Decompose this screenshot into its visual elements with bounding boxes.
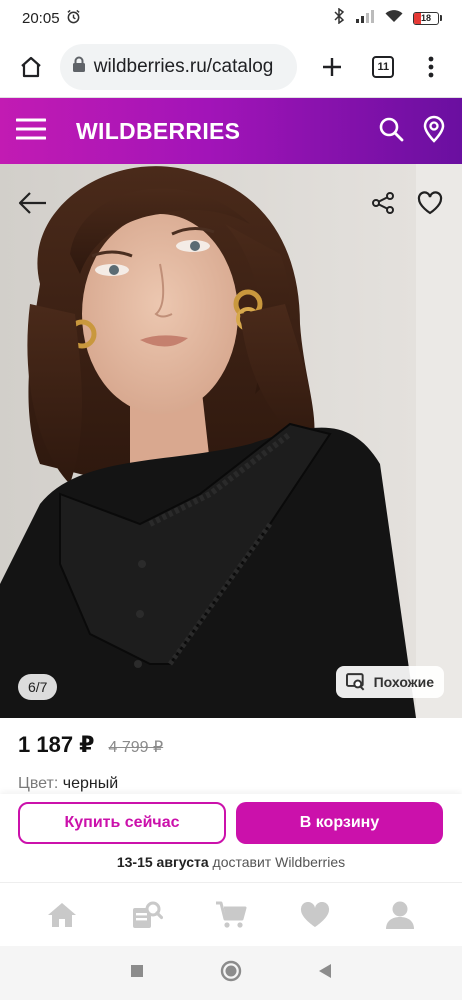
bottom-tab-bar <box>0 882 462 946</box>
buy-now-button[interactable]: Купить сейчас <box>18 802 226 844</box>
system-nav-bar <box>0 946 462 1000</box>
back-button[interactable] <box>14 184 52 222</box>
browser-toolbar: wildberries.ru/catalog 11 <box>0 36 462 98</box>
catalog-search-icon <box>132 901 163 928</box>
search-icon <box>379 117 404 141</box>
image-gallery-edge <box>416 164 462 718</box>
lock-icon <box>72 56 86 78</box>
new-tab-button[interactable] <box>313 48 351 86</box>
signal-icon <box>355 9 375 27</box>
price-block: 1 187 ₽ 4 799 ₽ <box>18 732 163 758</box>
more-vertical-icon <box>428 56 434 77</box>
purchase-bar: Купить сейчас В корзину 13-15 августа до… <box>0 794 462 882</box>
favorite-button[interactable] <box>412 186 448 220</box>
plus-icon <box>322 57 341 76</box>
heart-outline-icon <box>417 191 443 215</box>
browser-home-button[interactable] <box>12 48 50 86</box>
similar-search-icon <box>346 673 365 691</box>
product-image[interactable] <box>0 164 416 718</box>
location-button[interactable] <box>422 115 446 148</box>
status-time: 20:05 <box>22 9 60 27</box>
home-icon <box>48 902 77 927</box>
status-bar: 20:05 18 <box>0 0 462 36</box>
recent-apps-button[interactable] <box>130 964 144 983</box>
tab-home[interactable] <box>40 893 84 937</box>
bluetooth-icon <box>333 7 345 28</box>
search-button[interactable] <box>378 116 404 147</box>
home-nav-button[interactable] <box>220 960 242 987</box>
image-counter: 6/7 <box>18 674 58 700</box>
color-value: черный <box>62 775 119 792</box>
location-pin-icon <box>423 115 445 143</box>
color-row: Цвет: черный <box>18 775 118 795</box>
tab-catalog[interactable] <box>125 893 169 937</box>
hamburger-icon <box>15 118 47 139</box>
battery-icon: 18 <box>413 11 442 25</box>
old-price: 4 799 ₽ <box>108 739 164 756</box>
site-logo[interactable]: WILDBERRIES <box>76 118 240 145</box>
tab-count: 11 <box>372 55 395 78</box>
tab-cart[interactable] <box>209 893 253 937</box>
tab-profile[interactable] <box>378 893 422 937</box>
hamburger-menu-button[interactable] <box>15 117 47 146</box>
circle-icon <box>220 960 242 981</box>
address-bar[interactable]: wildberries.ru/catalog <box>59 43 297 90</box>
color-label: Цвет: <box>18 775 59 792</box>
cart-icon <box>215 901 247 928</box>
model-photo-illustration <box>0 164 416 718</box>
home-outline-icon <box>21 56 41 77</box>
url-text: wildberries.ru/catalog <box>93 55 274 77</box>
current-price: 1 187 ₽ <box>18 732 95 757</box>
back-nav-button[interactable] <box>318 963 332 984</box>
similar-button[interactable]: Похожие <box>336 666 444 698</box>
heart-icon <box>301 901 330 927</box>
delivery-dates: 13-15 августа <box>116 854 209 870</box>
wifi-icon <box>385 9 403 27</box>
alarm-icon <box>66 9 81 28</box>
triangle-back-icon <box>319 963 331 978</box>
tab-switcher-button[interactable]: 11 <box>364 48 402 86</box>
square-icon <box>131 964 143 977</box>
add-to-cart-button[interactable]: В корзину <box>236 802 443 844</box>
profile-icon <box>385 901 414 929</box>
delivery-info: 13-15 августа доставит Wildberries <box>0 854 462 870</box>
browser-menu-button[interactable] <box>412 48 450 86</box>
tab-favorites[interactable] <box>293 893 337 937</box>
delivery-text: доставит Wildberries <box>212 854 346 870</box>
share-button[interactable] <box>365 186 401 220</box>
arrow-left-icon <box>18 192 46 214</box>
site-header: WILDBERRIES <box>0 98 462 164</box>
share-icon <box>372 192 394 214</box>
similar-label: Похожие <box>373 674 434 690</box>
